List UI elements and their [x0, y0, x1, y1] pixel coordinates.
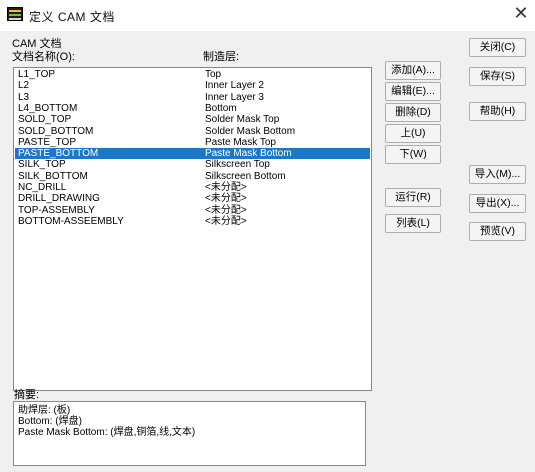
close-icon[interactable]: ✕ — [512, 5, 530, 23]
edit-button[interactable]: 编辑(E)... — [385, 82, 441, 101]
summary-line: Bottom: (焊盘) — [18, 416, 82, 427]
close-button[interactable]: 关闭(C) — [469, 38, 526, 57]
document-name: DRILL_DRAWING — [18, 193, 100, 205]
document-layer: Solder Mask Bottom — [205, 125, 296, 137]
summary-label: 摘要: — [14, 389, 40, 401]
title-bar: 定义 CAM 文档 ✕ — [0, 0, 535, 31]
list-item[interactable]: SOLD_BOTTOM Solder Mask Bottom — [15, 126, 370, 137]
document-name: SILK_BOTTOM — [18, 170, 88, 182]
column-header-doc-name: 文档名称(O): — [12, 51, 75, 63]
document-layer: <未分配> — [205, 204, 247, 216]
document-name: PASTE_BOTTOM — [18, 148, 99, 160]
column-header-layer: 制造层: — [203, 51, 240, 63]
list-item[interactable]: L4_BOTTOM Bottom — [15, 103, 370, 114]
document-name: NC_DRILL — [18, 182, 67, 193]
list-item[interactable]: DRILL_DRAWING <未分配> — [15, 193, 370, 204]
list-item[interactable]: L2 Inner Layer 2 — [15, 80, 370, 91]
list-item[interactable]: L1_TOP Top — [15, 69, 370, 80]
summary-line: 助焊层: (板) — [18, 405, 71, 416]
document-layer: <未分配> — [205, 182, 247, 193]
preview-button[interactable]: 预览(V) — [469, 222, 526, 241]
document-name: L2 — [18, 80, 30, 92]
cam-app-icon — [7, 7, 23, 21]
document-name: SILK_TOP — [18, 159, 66, 171]
list-button[interactable]: 列表(L) — [385, 214, 441, 233]
document-name: BOTTOM-ASSEEMBLY — [18, 215, 124, 227]
export-button[interactable]: 导出(X)... — [469, 194, 526, 213]
document-name: SOLD_TOP — [18, 114, 72, 126]
move-up-button[interactable]: 上(U) — [385, 124, 441, 143]
add-button[interactable]: 添加(A)... — [385, 61, 441, 80]
document-name: L1_TOP — [18, 69, 56, 80]
document-layer: <未分配> — [205, 193, 247, 205]
list-item[interactable]: TOP-ASSEMBLY <未分配> — [15, 205, 370, 216]
document-layer: Inner Layer 2 — [205, 80, 264, 92]
list-item[interactable]: PASTE_TOP Paste Mask Top — [15, 137, 370, 148]
document-name: L3 — [18, 91, 30, 103]
document-name: PASTE_TOP — [18, 136, 76, 148]
document-layer: Inner Layer 3 — [205, 91, 264, 103]
document-layer: Paste Mask Top — [205, 136, 276, 148]
cam-document-list[interactable]: L1_TOP Top L2 Inner Layer 2 L3 Inner Layer 3L… — [13, 67, 372, 391]
delete-button[interactable]: 删除(D) — [385, 103, 441, 122]
document-name: TOP-ASSEMBLY — [18, 204, 95, 216]
move-down-button[interactable]: 下(W) — [385, 145, 441, 164]
import-button[interactable]: 导入(M)... — [469, 165, 526, 184]
document-layer: Solder Mask Top — [205, 114, 280, 126]
list-item[interactable]: SILK_TOP Silkscreen Top — [15, 159, 370, 170]
list-item[interactable]: PASTE_BOTTOM Paste Mask Bottom — [15, 148, 370, 160]
document-layer: Top — [205, 69, 222, 80]
summary-box: 助焊层: (板) Bottom: (焊盘) Paste Mask Bottom: (… — [13, 401, 366, 466]
run-button[interactable]: 运行(R) — [385, 188, 441, 207]
list-item[interactable]: SOLD_TOP Solder Mask Top — [15, 114, 370, 125]
document-name: L4_BOTTOM — [18, 102, 78, 114]
document-layer: Paste Mask Bottom — [205, 148, 292, 160]
list-item[interactable]: SILK_BOTTOM Silkscreen Bottom — [15, 171, 370, 182]
document-layer: Silkscreen Top — [205, 159, 270, 171]
dialog-client: CAM 文档 文档名称(O): 制造层: L1_TOP Top L2 Inner La… — [0, 31, 535, 472]
help-button[interactable]: 帮助(H) — [469, 102, 526, 121]
summary-line: Paste Mask Bottom: (焊盘,铜箔,线,文本) — [18, 427, 196, 438]
document-layer: Bottom — [205, 102, 237, 114]
list-item[interactable]: BOTTOM-ASSEEMBLY <未分配> — [15, 216, 370, 227]
window-title: 定义 CAM 文档 — [29, 10, 115, 24]
list-item[interactable]: L3 Inner Layer 3 — [15, 92, 370, 103]
document-name: SOLD_BOTTOM — [18, 125, 94, 137]
document-layer: <未分配> — [205, 215, 247, 227]
document-layer: Silkscreen Bottom — [205, 170, 286, 182]
list-item[interactable]: NC_DRILL <未分配> — [15, 182, 370, 193]
save-button[interactable]: 保存(S) — [469, 67, 526, 86]
